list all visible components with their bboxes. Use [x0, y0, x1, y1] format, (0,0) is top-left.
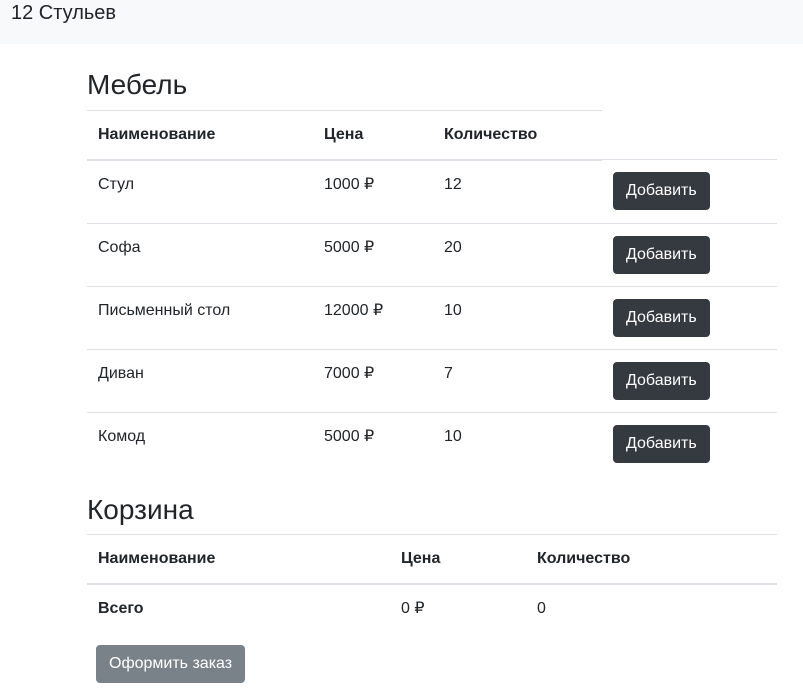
item-quantity: 10 [433, 411, 602, 475]
table-row: Софа 5000 ₽ 20 Добавить [87, 222, 777, 287]
cart-table: Наименование Цена Количество Всего 0 ₽ 0 [87, 534, 777, 633]
add-button[interactable]: Добавить [613, 172, 710, 211]
item-price: 12000 ₽ [313, 285, 433, 350]
main-container: Мебель Наименование Цена Количество Стул… [87, 44, 777, 684]
add-button[interactable]: Добавить [613, 361, 710, 400]
furniture-title: Мебель [87, 69, 188, 100]
table-row: Диван 7000 ₽ 7 Добавить [87, 348, 777, 413]
item-price: 1000 ₽ [324, 175, 375, 193]
table-row: Комод 5000 ₽ 10 Добавить [87, 411, 777, 475]
item-quantity: 12 [444, 175, 462, 193]
item-name: Комод [87, 411, 313, 475]
item-action-cell: Добавить [602, 411, 777, 475]
cart-column-header-price: Цена [390, 534, 526, 586]
item-name: Софа [87, 222, 313, 287]
add-button[interactable]: Добавить [613, 298, 710, 337]
navbar-brand[interactable]: 12 Стульев [11, 2, 116, 25]
column-header-quantity: Количество [433, 109, 602, 161]
item-quantity: 10 [433, 285, 602, 350]
item-name: Диван [87, 348, 313, 413]
furniture-table: Наименование Цена Количество Стул 1000 ₽… [87, 109, 777, 475]
cart-total-row: Всего 0 ₽ 0 [87, 584, 777, 633]
add-button[interactable]: Добавить [613, 235, 710, 274]
cart-table-header: Наименование Цена Количество [87, 534, 777, 586]
table-row: Письменный стол 12000 ₽ 10 Добавить [87, 285, 777, 350]
item-name: Письменный стол [87, 285, 313, 350]
item-quantity: 7 [433, 348, 602, 413]
cart-total-price: 0 ₽ [401, 600, 425, 618]
cart-total-label: Всего [98, 600, 144, 618]
item-name: Стул [98, 175, 135, 193]
item-action-cell: Добавить [602, 348, 777, 413]
place-order-button[interactable]: Оформить заказ [96, 645, 246, 684]
item-action-cell: Добавить [602, 285, 777, 350]
item-quantity: 20 [433, 222, 602, 287]
column-header-action [602, 110, 777, 161]
add-button[interactable]: Добавить [613, 424, 710, 463]
furniture-table-header: Наименование Цена Количество [87, 109, 777, 161]
navbar: 12 Стульев [0, 0, 803, 44]
cart-column-header-name: Наименование [87, 534, 390, 586]
cart-total-quantity: 0 [537, 600, 546, 618]
item-price: 5000 ₽ [313, 411, 433, 475]
item-action-cell: Добавить [602, 222, 777, 287]
column-header-name: Наименование [87, 109, 313, 161]
cart-column-header-quantity: Количество [526, 534, 777, 586]
item-price: 7000 ₽ [313, 348, 433, 413]
cart-title: Корзина [87, 493, 194, 525]
column-header-price: Цена [313, 109, 433, 161]
table-row: Стул 1000 ₽ 12 Добавить [87, 160, 777, 224]
item-action-cell: Добавить [602, 160, 777, 224]
item-price: 5000 ₽ [313, 222, 433, 287]
